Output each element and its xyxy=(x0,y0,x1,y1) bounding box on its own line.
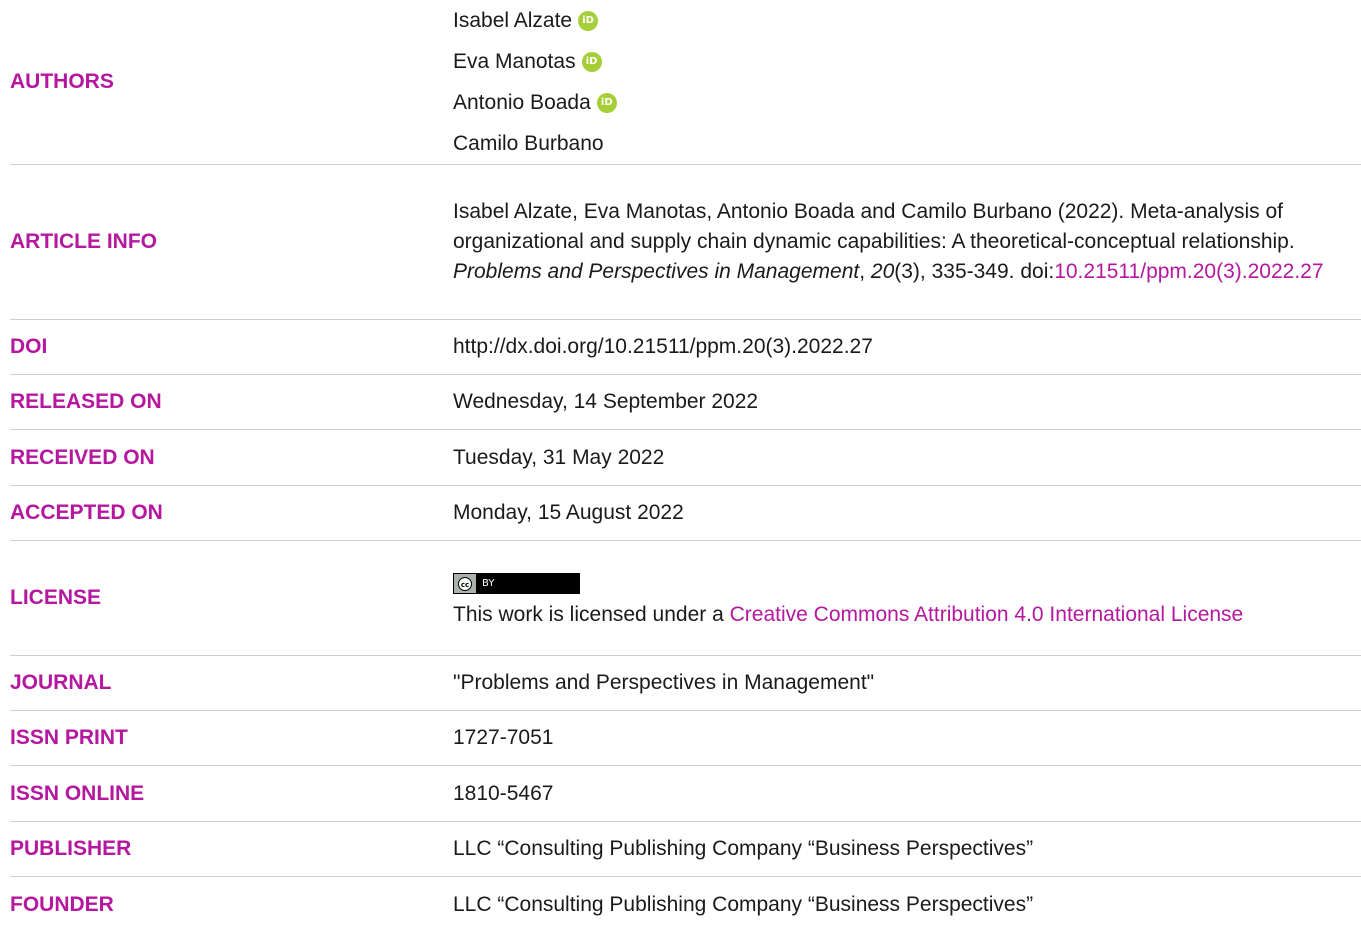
issn-print-value: 1727-7051 xyxy=(453,726,554,749)
founder-row: FOUNDER LLC “Consulting Publishing Compa… xyxy=(10,877,1361,932)
citation-issue-pages: (3), 335-349. xyxy=(894,260,1015,283)
citation-authors: Isabel Alzate, Eva Manotas, Antonio Boad… xyxy=(453,200,1125,223)
orcid-icon[interactable]: iD xyxy=(596,92,617,113)
received-value: Tuesday, 31 May 2022 xyxy=(453,445,665,469)
issn-print-label: ISSN PRINT xyxy=(10,726,128,749)
accepted-row: ACCEPTED ON Monday, 15 August 2022 xyxy=(10,486,1361,541)
founder-value: LLC “Consulting Publishing Company “Busi… xyxy=(453,892,1034,916)
cc-by-badge[interactable]: cc BY xyxy=(453,573,580,595)
doi-label: DOI xyxy=(10,335,48,358)
doi-value: http://dx.doi.org/10.21511/ppm.20(3).202… xyxy=(453,335,873,358)
cc-by-label: BY xyxy=(482,578,495,590)
license-text: This work is licensed under a Creative C… xyxy=(453,600,1341,630)
orcid-icon[interactable]: iD xyxy=(578,10,599,31)
author-name: Isabel Alzate xyxy=(453,8,573,32)
author-name: Antonio Boada xyxy=(453,90,591,114)
authors-label: AUTHORS xyxy=(10,70,114,93)
publisher-value: LLC “Consulting Publishing Company “Busi… xyxy=(453,837,1034,860)
accepted-value: Monday, 15 August 2022 xyxy=(453,501,684,524)
authors-list: Isabel Alzate iD Eva Manotas iD Antonio … xyxy=(453,6,1361,159)
article-info-label: ARTICLE INFO xyxy=(10,230,157,253)
author-item: Isabel Alzate iD xyxy=(453,6,1341,36)
released-label: RELEASED ON xyxy=(10,390,162,413)
released-row: RELEASED ON Wednesday, 14 September 2022 xyxy=(10,375,1361,430)
founder-label: FOUNDER xyxy=(10,892,114,916)
author-name: Camilo Burbano xyxy=(453,131,604,155)
authors-row: AUTHORS Isabel Alzate iD Eva Manotas iD … xyxy=(10,0,1361,165)
article-info-row: ARTICLE INFO Isabel Alzate, Eva Manotas,… xyxy=(10,165,1361,320)
license-label: LICENSE xyxy=(10,586,102,609)
released-value: Wednesday, 14 September 2022 xyxy=(453,390,759,413)
license-prefix: This work is licensed under a xyxy=(453,603,730,627)
license-link[interactable]: Creative Commons Attribution 4.0 Interna… xyxy=(730,603,1244,626)
issn-online-value: 1810-5467 xyxy=(453,781,554,805)
author-item: Antonio Boada iD xyxy=(453,88,1341,118)
author-name: Eva Manotas xyxy=(453,49,576,73)
journal-label: JOURNAL xyxy=(10,671,112,694)
received-label: RECEIVED ON xyxy=(10,445,155,469)
journal-value: "Problems and Perspectives in Management… xyxy=(453,671,875,694)
article-metadata-table: AUTHORS Isabel Alzate iD Eva Manotas iD … xyxy=(10,0,1361,932)
citation-volume: 20 xyxy=(870,260,895,283)
license-value: cc BY This work is licensed under a Crea… xyxy=(453,566,1361,631)
publisher-row: PUBLISHER LLC “Consulting Publishing Com… xyxy=(10,822,1361,877)
received-row: RECEIVED ON Tuesday, 31 May 2022 xyxy=(10,430,1361,486)
cc-logo-icon: cc xyxy=(454,574,476,594)
doi-row: DOI http://dx.doi.org/10.21511/ppm.20(3)… xyxy=(10,320,1361,375)
journal-row: JOURNAL "Problems and Perspectives in Ma… xyxy=(10,656,1361,711)
citation-doi-prefix: doi: xyxy=(1020,260,1055,283)
accepted-label: ACCEPTED ON xyxy=(10,501,163,524)
cc-circle-icon: cc xyxy=(458,576,472,591)
orcid-icon[interactable]: iD xyxy=(581,51,602,72)
license-row: LICENSE cc BY This work is licensed unde… xyxy=(10,541,1361,656)
issn-online-label: ISSN ONLINE xyxy=(10,781,145,805)
citation-journal: Problems and Perspectives in Management xyxy=(453,260,860,283)
issn-online-row: ISSN ONLINE 1810-5467 xyxy=(10,766,1361,822)
author-item: Camilo Burbano xyxy=(453,129,1341,159)
publisher-label: PUBLISHER xyxy=(10,837,132,860)
citation-text: Isabel Alzate, Eva Manotas, Antonio Boad… xyxy=(453,200,1324,283)
citation-doi-link[interactable]: 10.21511/ppm.20(3).2022.27 xyxy=(1054,260,1323,283)
author-item: Eva Manotas iD xyxy=(453,47,1341,77)
issn-print-row: ISSN PRINT 1727-7051 xyxy=(10,711,1361,766)
